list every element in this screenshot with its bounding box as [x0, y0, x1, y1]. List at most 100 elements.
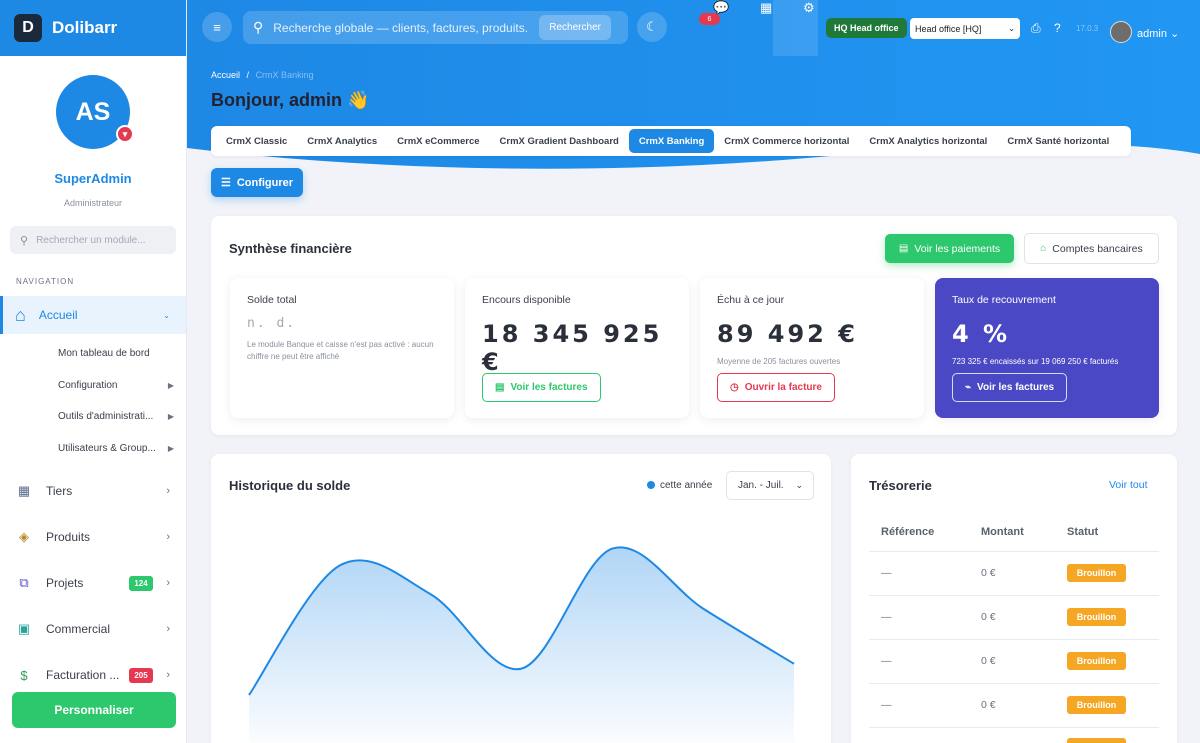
tab-crmx-commerce-horizontal[interactable]: CrmX Commerce horizontal [714, 129, 859, 153]
sidebar-item-tiers[interactable]: ▦ Tiers › [0, 468, 186, 514]
button-label: Voir les factures [510, 382, 588, 393]
cell-amount: 0 € [981, 611, 996, 623]
sidebar-item-label: Projets [46, 576, 84, 590]
module-search-placeholder: Rechercher un module... [36, 234, 146, 246]
sidebar: D Dolibarr AS ▾ SuperAdmin Administrateu… [0, 0, 187, 743]
breadcrumb-home[interactable]: Accueil [211, 70, 240, 80]
open-invoice-button[interactable]: ◷ Ouvrir la facture [717, 373, 835, 402]
tresorerie-title: Trésorerie [869, 478, 932, 493]
cell-amount: 0 € [981, 699, 996, 711]
sidebar-subitem-users[interactable]: Utilisateurs & Group... ▶ [0, 433, 186, 465]
stat-label: Encours disponible [482, 294, 571, 306]
configure-button[interactable]: ☰ Configurer [211, 168, 303, 197]
cell-amount: 0 € [981, 567, 996, 579]
sidebar-item-label: Produits [46, 530, 91, 544]
entity-select[interactable]: Head office [HQ] ⌄ [910, 18, 1020, 39]
synthese-title: Synthèse financière [229, 241, 352, 256]
view-payments-label: Voir les paiements [914, 242, 1001, 255]
search-icon: ⚲ [20, 234, 29, 247]
stat-value: 89 492 € [717, 320, 858, 348]
sidebar-item-commercial[interactable]: ▣ Commercial › [0, 606, 186, 652]
tab-crmx-analytics[interactable]: CrmX Analytics [297, 129, 387, 153]
bank-accounts-button[interactable]: ⌂ Comptes bancaires [1024, 233, 1159, 264]
table-divider [869, 551, 1159, 552]
tab-crmx-banking[interactable]: CrmX Banking [628, 129, 715, 153]
global-search[interactable]: ⚲ Recherche globale — clients, factures,… [243, 11, 628, 44]
sidebar-item-label: Tiers [46, 484, 73, 498]
bank-icon: ⌂ [1040, 243, 1047, 254]
menu-toggle-button[interactable]: ≡ [202, 12, 232, 42]
sidebar-subitem-dashboard[interactable]: Mon tableau de bord [0, 338, 186, 370]
moon-icon: ☾ [646, 19, 658, 34]
see-all-link[interactable]: Voir tout [1109, 479, 1148, 491]
briefcase-icon: ▣ [17, 621, 31, 636]
nav-list: ▦ Tiers › ◈ Produits › ⧉ Projets 124 › ▣… [0, 468, 186, 698]
caret-right-icon: ▶ [167, 380, 174, 390]
chevron-right-icon: › [166, 531, 170, 543]
tab-crmx-ecommerce[interactable]: CrmX eCommerce [387, 129, 489, 153]
chevron-right-icon: › [166, 577, 170, 589]
tresorerie-panel [851, 454, 1177, 743]
brand[interactable]: D Dolibarr [0, 0, 186, 56]
table-divider [869, 595, 1159, 596]
notification-badge: 6 [699, 13, 720, 25]
gear-icon: ⚙ [803, 0, 815, 15]
user-name: admin [1137, 28, 1167, 40]
configure-label: Configurer [236, 176, 294, 189]
tab-crmx-gradient[interactable]: CrmX Gradient Dashboard [490, 129, 629, 153]
status-badge-partial [1067, 738, 1126, 743]
cell-amount: 0 € [981, 655, 996, 667]
status-badge: Brouillon [1067, 608, 1126, 626]
help-icon[interactable]: ? [1054, 21, 1061, 35]
dark-mode-toggle[interactable]: ☾ [637, 12, 667, 42]
stat-subtext: Moyenne de 205 factures ouvertes [717, 357, 841, 366]
tab-crmx-analytics-horizontal[interactable]: CrmX Analytics horizontal [859, 129, 997, 153]
global-search-input[interactable]: Recherche globale — clients, factures, p… [273, 21, 529, 35]
table-divider [869, 639, 1159, 640]
clock-icon: ◷ [730, 382, 739, 393]
column-header-reference[interactable]: Référence [881, 526, 934, 538]
dashboard-tabs: CrmX Classic CrmX Analytics CrmX eCommer… [211, 126, 1131, 156]
period-select[interactable]: Jan. - Juil. ⌄ [726, 471, 814, 500]
column-header-montant[interactable]: Montant [981, 526, 1024, 538]
sidebar-item-accueil[interactable]: ⌂ Accueil ⌄ [0, 296, 186, 334]
sidebar-item-label: Commercial [46, 622, 111, 636]
view-payments-button[interactable]: ▤ Voir les paiements [885, 234, 1014, 263]
chevron-right-icon: › [166, 623, 170, 635]
view-invoices-button[interactable]: ▤ Voir les factures [482, 373, 601, 402]
sidebar-item-projets[interactable]: ⧉ Projets 124 › [0, 560, 186, 606]
stat-label: Solde total [247, 294, 297, 306]
legend-dot [647, 481, 655, 489]
home-icon: ⌂ [15, 304, 26, 325]
print-icon[interactable]: ⎙ [1031, 21, 1041, 36]
chevron-down-icon: ⌄ [1170, 28, 1180, 40]
cell-reference: — [881, 567, 892, 579]
chevron-down-icon[interactable]: ▾ [116, 125, 134, 143]
sub-menu: Mon tableau de bord Configuration ▶ Outi… [0, 334, 186, 464]
sidebar-item-produits[interactable]: ◈ Produits › [0, 514, 186, 560]
tab-crmx-sante-horizontal[interactable]: CrmX Santé horizontal [997, 129, 1119, 153]
dolibarr-logo: D [14, 14, 42, 42]
module-search-input[interactable]: ⚲ Rechercher un module... [10, 226, 176, 254]
chevron-right-icon: › [166, 485, 170, 497]
version-label: 17.0.3 [1076, 24, 1099, 33]
calendar-icon[interactable]: ▦ [760, 0, 772, 16]
stat-value: n. d. [247, 316, 297, 331]
button-label: Voir les factures [977, 382, 1055, 393]
avatar[interactable]: AS ▾ [56, 75, 134, 149]
column-header-statut[interactable]: Statut [1067, 526, 1098, 538]
settings-button[interactable]: ⚙ [773, 0, 818, 56]
view-invoices-button[interactable]: ⌁ Voir les factures [952, 373, 1068, 402]
sidebar-item-label: Facturation ... [46, 668, 120, 682]
sidebar-subitem-configuration[interactable]: Configuration ▶ [0, 370, 186, 402]
sidebar-subitem-admin-tools[interactable]: Outils d'administrati... ▶ [0, 401, 186, 433]
tab-crmx-classic[interactable]: CrmX Classic [216, 129, 297, 153]
personalize-button[interactable]: Personnaliser [12, 692, 176, 728]
user-avatar[interactable] [1110, 21, 1132, 43]
entity-select-value: Head office [HQ] [915, 23, 982, 34]
stat-card-recouvrement: Taux de recouvrement 4 % 723 325 € encai… [935, 278, 1159, 418]
search-button[interactable]: Rechercher [539, 15, 611, 40]
profile-role: Administrateur [63, 198, 123, 208]
user-menu[interactable]: admin ⌄ [1137, 27, 1179, 40]
profile-name[interactable]: SuperAdmin [0, 171, 186, 186]
